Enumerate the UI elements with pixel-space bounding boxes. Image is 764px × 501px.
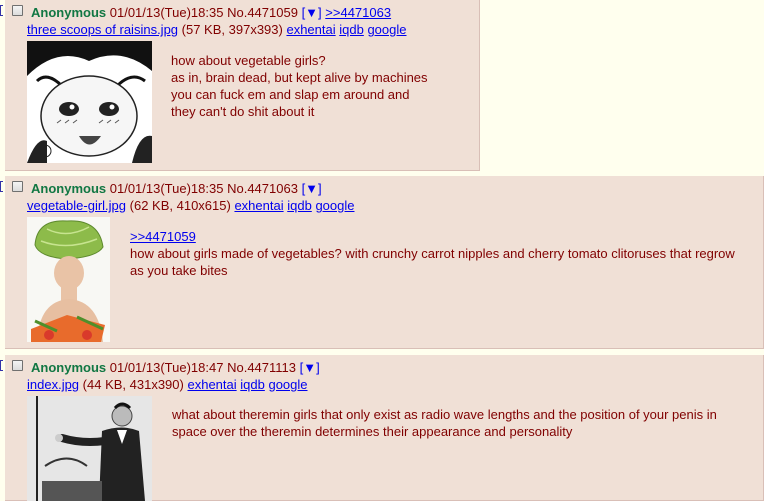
post-menu-button[interactable]: [▼]	[302, 5, 322, 20]
poster-name: Anonymous	[31, 5, 107, 20]
thumbnail-image[interactable]	[27, 396, 152, 501]
iqdb-link[interactable]: iqdb	[240, 377, 265, 392]
file-info-line: three scoops of raisins.jpg (57 KB, 397x…	[27, 22, 407, 37]
google-link[interactable]: google	[268, 377, 307, 392]
message-line: how about vegetable girls?	[171, 53, 326, 68]
file-link[interactable]: index.jpg	[27, 377, 79, 392]
thumbnail-image[interactable]	[27, 217, 110, 342]
exhentai-link[interactable]: exhentai	[187, 377, 236, 392]
message-line: as you take bites	[130, 263, 228, 278]
post-header: Anonymous 01/01/13(Tue)18:35 No.4471063 …	[31, 181, 322, 196]
post-menu-button[interactable]: [▼]	[300, 360, 320, 375]
post-marker	[0, 5, 3, 16]
file-meta: (44 KB, 431x390)	[82, 377, 184, 392]
file-meta: (57 KB, 397x393)	[181, 22, 283, 37]
message-line: what about theremin girls that only exis…	[172, 407, 717, 422]
poster-name: Anonymous	[31, 181, 107, 196]
file-meta: (62 KB, 410x615)	[129, 198, 231, 213]
exhentai-link[interactable]: exhentai	[286, 22, 335, 37]
file-link[interactable]: vegetable-girl.jpg	[27, 198, 126, 213]
google-link[interactable]: google	[367, 22, 406, 37]
poster-name: Anonymous	[31, 360, 107, 375]
post-marker	[0, 360, 3, 371]
post-header: Anonymous 01/01/13(Tue)18:35 No.4471059 …	[31, 5, 391, 20]
post-message: what about theremin girls that only exis…	[172, 406, 717, 440]
message-line: you can fuck em and slap em around and	[171, 87, 410, 102]
thumbnail-image[interactable]	[27, 41, 152, 163]
google-link[interactable]: google	[315, 198, 354, 213]
post-header: Anonymous 01/01/13(Tue)18:47 No.4471113 …	[31, 360, 320, 375]
post-datetime: 01/01/13(Tue)18:35	[109, 5, 224, 20]
message-line: how about girls made of vegetables? with…	[130, 246, 735, 261]
post-message: >>4471059 how about girls made of vegeta…	[130, 228, 735, 279]
post-marker	[0, 181, 3, 192]
message-line: they can't do shit about it	[171, 104, 315, 119]
post-checkbox[interactable]	[12, 360, 23, 371]
exhentai-link[interactable]: exhentai	[234, 198, 283, 213]
post-checkbox[interactable]	[12, 181, 23, 192]
iqdb-link[interactable]: iqdb	[339, 22, 364, 37]
post-message: how about vegetable girls? as in, brain …	[171, 52, 428, 120]
post-number[interactable]: No.4471063	[227, 181, 298, 196]
post-datetime: 01/01/13(Tue)18:47	[109, 360, 224, 375]
message-line: as in, brain dead, but kept alive by mac…	[171, 70, 428, 85]
backlink[interactable]: >>4471063	[325, 5, 391, 20]
post-menu-button[interactable]: [▼]	[302, 181, 322, 196]
post-datetime: 01/01/13(Tue)18:35	[109, 181, 224, 196]
file-link[interactable]: three scoops of raisins.jpg	[27, 22, 178, 37]
post-number[interactable]: No.4471113	[227, 360, 296, 375]
file-info-line: vegetable-girl.jpg (62 KB, 410x615) exhe…	[27, 198, 354, 213]
quote-link[interactable]: >>4471059	[130, 229, 196, 244]
iqdb-link[interactable]: iqdb	[287, 198, 312, 213]
post-number[interactable]: No.4471059	[227, 5, 298, 20]
file-info-line: index.jpg (44 KB, 431x390) exhentai iqdb…	[27, 377, 308, 392]
message-line: space over the theremin determines their…	[172, 424, 573, 439]
post-checkbox[interactable]	[12, 5, 23, 16]
